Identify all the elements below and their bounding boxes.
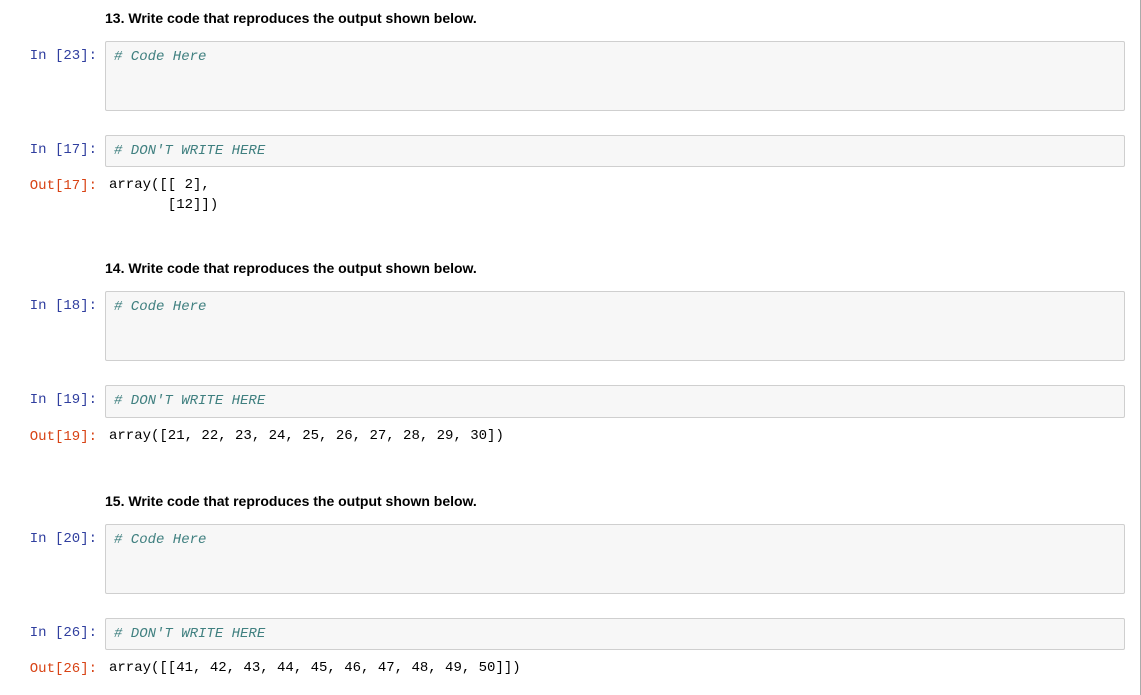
code-cell[interactable]: In [19]: # DON'T WRITE HERE [15,383,1125,419]
code-cell[interactable]: In [26]: # DON'T WRITE HERE [15,616,1125,652]
code-input[interactable]: # DON'T WRITE HERE [105,135,1125,167]
output-text: array([[41, 42, 43, 44, 45, 46, 47, 48, … [105,654,1125,684]
spacer [15,687,1125,695]
code-comment: # Code Here [114,532,206,548]
output-prompt: Out[17]: [15,171,105,202]
output-cell: Out[26]: array([[41, 42, 43, 44, 45, 46,… [15,652,1125,687]
input-prompt: In [18]: [15,291,105,322]
input-prompt: In [20]: [15,524,105,555]
question-title: 14. Write code that reproduces the outpu… [105,258,1125,279]
input-prompt: In [19]: [15,385,105,416]
code-cell[interactable]: In [20]: # Code Here [15,522,1125,596]
output-cell: Out[19]: array([21, 22, 23, 24, 25, 26, … [15,420,1125,455]
question-title: 15. Write code that reproduces the outpu… [105,491,1125,512]
code-cell[interactable]: In [23]: # Code Here [15,39,1125,113]
spacer [15,596,1125,616]
input-prompt: In [23]: [15,41,105,72]
question-title: 13. Write code that reproduces the outpu… [105,8,1125,29]
code-input[interactable]: # DON'T WRITE HERE [105,385,1125,417]
code-cell[interactable]: In [17]: # DON'T WRITE HERE [15,133,1125,169]
output-prompt: Out[19]: [15,422,105,453]
code-comment: # DON'T WRITE HERE [114,143,265,159]
code-input[interactable]: # Code Here [105,291,1125,361]
output-prompt: Out[26]: [15,654,105,685]
spacer [15,475,1125,483]
output-cell: Out[17]: array([[ 2], [12]]) [15,169,1125,222]
code-input[interactable]: # Code Here [105,41,1125,111]
input-prompt: In [17]: [15,135,105,166]
output-text: array([21, 22, 23, 24, 25, 26, 27, 28, 2… [105,422,1125,452]
code-comment: # Code Here [114,299,206,315]
notebook-container: 13. Write code that reproduces the outpu… [0,0,1141,695]
spacer [15,363,1125,383]
code-input[interactable]: # DON'T WRITE HERE [105,618,1125,650]
spacer [15,455,1125,475]
code-cell[interactable]: In [18]: # Code Here [15,289,1125,363]
code-comment: # Code Here [114,49,206,65]
input-prompt: In [26]: [15,618,105,649]
code-input[interactable]: # Code Here [105,524,1125,594]
spacer [15,113,1125,133]
markdown-cell: 14. Write code that reproduces the outpu… [105,250,1125,289]
spacer [15,222,1125,242]
code-comment: # DON'T WRITE HERE [114,626,265,642]
markdown-cell: 15. Write code that reproduces the outpu… [105,483,1125,522]
code-comment: # DON'T WRITE HERE [114,393,265,409]
output-text: array([[ 2], [12]]) [105,171,1125,220]
spacer [15,242,1125,250]
markdown-cell: 13. Write code that reproduces the outpu… [105,0,1125,39]
